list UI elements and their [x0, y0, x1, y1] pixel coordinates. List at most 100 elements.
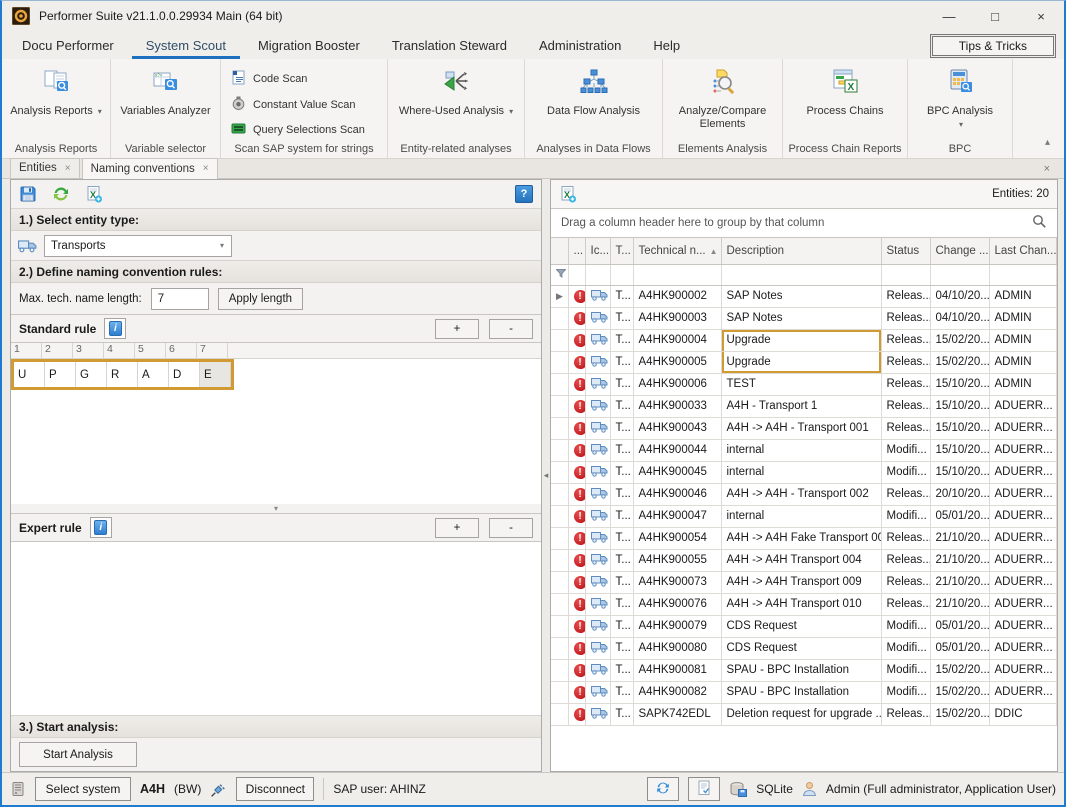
cell-description[interactable]: SPAU - BPC Installation: [721, 681, 881, 703]
rule-cell[interactable]: D: [169, 362, 200, 387]
log-document-button[interactable]: [688, 777, 720, 801]
cell-status[interactable]: Modifi...: [881, 439, 930, 461]
standard-rule-remove-button[interactable]: -: [489, 319, 533, 339]
cell-description[interactable]: A4H -> A4H - Transport 001: [721, 417, 881, 439]
cell-status[interactable]: Releas...: [881, 483, 930, 505]
cell-description[interactable]: Upgrade: [721, 351, 881, 373]
refresh-icon[interactable]: [52, 185, 70, 203]
row-indicator-cell[interactable]: [551, 373, 568, 395]
cell-technical-name[interactable]: A4HK900006: [633, 373, 721, 395]
cell-description[interactable]: CDS Request: [721, 637, 881, 659]
cell-type[interactable]: T...: [610, 549, 633, 571]
cell-change-date[interactable]: 15/10/20...: [930, 439, 989, 461]
group-by-bar[interactable]: Drag a column header here to group by th…: [551, 208, 1057, 238]
cell-status[interactable]: Releas...: [881, 527, 930, 549]
row-indicator-cell[interactable]: [551, 351, 568, 373]
error-cell[interactable]: !: [568, 373, 585, 395]
cell-change-date[interactable]: 15/10/20...: [930, 417, 989, 439]
row-indicator-cell[interactable]: [551, 593, 568, 615]
cell-technical-name[interactable]: A4HK900082: [633, 681, 721, 703]
error-cell[interactable]: !: [568, 527, 585, 549]
error-cell[interactable]: !: [568, 703, 585, 725]
cell-change-date[interactable]: 15/10/20...: [930, 373, 989, 395]
help-icon[interactable]: ?: [515, 185, 533, 203]
cell-change-date[interactable]: 05/01/20...: [930, 637, 989, 659]
cell-technical-name[interactable]: A4HK900005: [633, 351, 721, 373]
table-row[interactable]: !T...A4HK900080CDS RequestModifi...05/01…: [551, 637, 1057, 659]
error-cell[interactable]: !: [568, 659, 585, 681]
table-row[interactable]: !T...A4HK900006TESTReleas...15/10/20...A…: [551, 373, 1057, 395]
horizontal-splitter[interactable]: ▾: [11, 504, 541, 513]
standard-rule-add-button[interactable]: +: [435, 319, 479, 339]
column-header-icon[interactable]: Ic...: [585, 238, 610, 264]
cell-last-changed-by[interactable]: ADUERR...: [989, 439, 1057, 461]
column-header-description[interactable]: Description: [721, 238, 881, 264]
cell-last-changed-by[interactable]: ADUERR...: [989, 527, 1057, 549]
cell-description[interactable]: Deletion request for upgrade ...: [721, 703, 881, 725]
table-row[interactable]: !T...A4HK900046A4H -> A4H - Transport 00…: [551, 483, 1057, 505]
cell-last-changed-by[interactable]: ADUERR...: [989, 659, 1057, 681]
cell-technical-name[interactable]: A4HK900080: [633, 637, 721, 659]
cell-description[interactable]: internal: [721, 461, 881, 483]
cell-technical-name[interactable]: A4HK900044: [633, 439, 721, 461]
row-indicator-cell[interactable]: [551, 329, 568, 351]
rule-cell[interactable]: E: [200, 362, 231, 387]
tab-administration[interactable]: Administration: [525, 34, 635, 59]
cell-last-changed-by[interactable]: ADUERR...: [989, 505, 1057, 527]
cell-status[interactable]: Releas...: [881, 593, 930, 615]
error-cell[interactable]: !: [568, 571, 585, 593]
icon-cell[interactable]: [585, 351, 610, 373]
cell-change-date[interactable]: 20/10/20...: [930, 483, 989, 505]
error-cell[interactable]: !: [568, 417, 585, 439]
cell-status[interactable]: Modifi...: [881, 681, 930, 703]
query-selections-scan-button[interactable]: Query Selections Scan: [231, 122, 365, 138]
cell-type[interactable]: T...: [610, 329, 633, 351]
column-header-type[interactable]: T...: [610, 238, 633, 264]
bpc-analysis-button[interactable]: BPC Analysis▾: [927, 65, 993, 137]
close-button[interactable]: ×: [1018, 1, 1064, 31]
cell-status[interactable]: Releas...: [881, 417, 930, 439]
icon-cell[interactable]: [585, 703, 610, 725]
cell-status[interactable]: Releas...: [881, 373, 930, 395]
cell-technical-name[interactable]: A4HK900046: [633, 483, 721, 505]
standard-rule-info-button[interactable]: i: [104, 318, 126, 339]
table-row[interactable]: !T...A4HK900003SAP NotesReleas...04/10/2…: [551, 307, 1057, 329]
cell-status[interactable]: Releas...: [881, 549, 930, 571]
icon-cell[interactable]: [585, 373, 610, 395]
cell-status[interactable]: Releas...: [881, 395, 930, 417]
filter-cell[interactable]: [585, 264, 610, 285]
cell-type[interactable]: T...: [610, 681, 633, 703]
cell-status[interactable]: Releas...: [881, 351, 930, 373]
cell-last-changed-by[interactable]: ADUERR...: [989, 483, 1057, 505]
filter-cell[interactable]: [881, 264, 930, 285]
save-icon[interactable]: [19, 185, 37, 203]
row-indicator-cell[interactable]: [551, 461, 568, 483]
rule-cell[interactable]: G: [76, 362, 107, 387]
expert-rule-info-button[interactable]: i: [90, 517, 112, 538]
error-cell[interactable]: !: [568, 483, 585, 505]
filter-cell[interactable]: [568, 264, 585, 285]
icon-cell[interactable]: [585, 527, 610, 549]
filter-cell[interactable]: [633, 264, 721, 285]
cell-description[interactable]: A4H -> A4H Transport 009: [721, 571, 881, 593]
icon-cell[interactable]: [585, 285, 610, 307]
variables-analyzer-button[interactable]: x?= Variables Analyzer: [120, 65, 210, 137]
cell-change-date[interactable]: 05/01/20...: [930, 615, 989, 637]
cell-description[interactable]: SAP Notes: [721, 285, 881, 307]
row-indicator-cell[interactable]: [551, 417, 568, 439]
error-cell[interactable]: !: [568, 307, 585, 329]
table-row[interactable]: !T...A4HK900047internalModifi...05/01/20…: [551, 505, 1057, 527]
table-row[interactable]: !T...SAPK742EDLDeletion request for upgr…: [551, 703, 1057, 725]
cell-last-changed-by[interactable]: ADUERR...: [989, 593, 1057, 615]
icon-cell[interactable]: [585, 395, 610, 417]
tab-close-icon[interactable]: ×: [203, 163, 209, 174]
column-header-status[interactable]: Status: [881, 238, 930, 264]
cell-last-changed-by[interactable]: ADUERR...: [989, 395, 1057, 417]
table-row[interactable]: !T...A4HK900033A4H - Transport 1Releas..…: [551, 395, 1057, 417]
cell-technical-name[interactable]: A4HK900003: [633, 307, 721, 329]
cell-last-changed-by[interactable]: ADUERR...: [989, 417, 1057, 439]
cell-technical-name[interactable]: A4HK900004: [633, 329, 721, 351]
cell-change-date[interactable]: 21/10/20...: [930, 571, 989, 593]
row-indicator-cell[interactable]: [551, 483, 568, 505]
constant-value-scan-button[interactable]: Constant Value Scan: [231, 96, 365, 114]
